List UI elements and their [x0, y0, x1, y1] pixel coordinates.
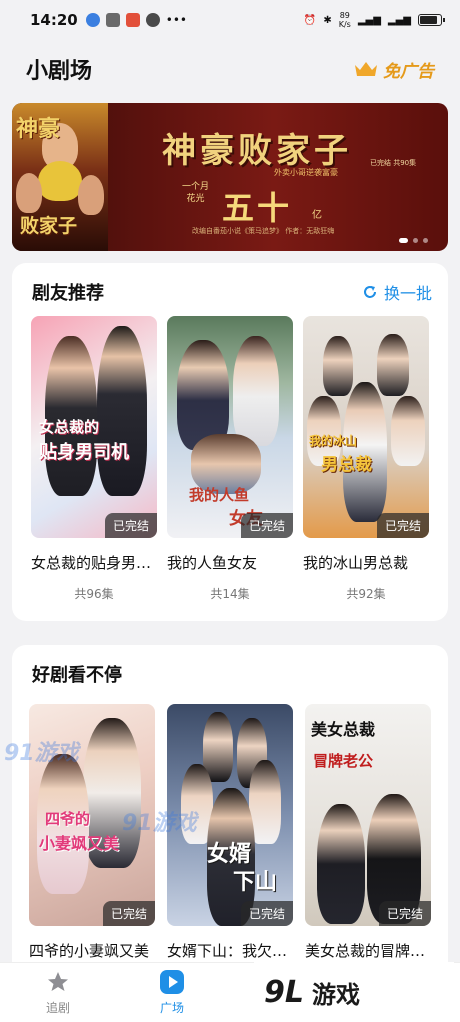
- drama-card[interactable]: 女总裁的 贴身男司机 已完结 女总裁的贴身男司机 共96集: [31, 316, 165, 602]
- shield-icon: [85, 13, 100, 27]
- status-badge: 已完结: [240, 901, 293, 926]
- nav-item-plaza[interactable]: 广场: [132, 969, 212, 1016]
- net-speed: 89 K/s: [338, 11, 351, 29]
- binge-title: 好剧看不停: [32, 665, 122, 686]
- play-icon: [159, 969, 185, 995]
- drama-title: 我的人鱼女友: [167, 554, 258, 572]
- bluetooth-icon: ✱: [323, 14, 332, 26]
- banner-unit: 亿: [312, 210, 322, 221]
- translate-icon: [105, 13, 120, 27]
- drama-cover[interactable]: 我的人鱼 女友 已完结: [167, 316, 293, 538]
- status-bar: 14:20 ••• ⏰ ✱ 89 K/s ▂▄▆ ▂▄▆: [0, 0, 460, 40]
- drama-cover[interactable]: 女总裁的 贴身男司机 已完结: [31, 316, 157, 538]
- watermark-mark: 9L: [264, 974, 304, 1010]
- drama-title: 美女总裁的冒牌老公: [305, 942, 439, 960]
- carousel-dot[interactable]: [399, 238, 408, 243]
- carousel-dot[interactable]: [423, 238, 428, 243]
- app-icon: [125, 13, 140, 27]
- banner-big-text: 五十: [222, 189, 293, 227]
- more-icon: •••: [165, 13, 187, 27]
- drama-card[interactable]: 我的冰山 男总裁 已完结 我的冰山男总裁 共92集: [303, 316, 429, 602]
- cover-text: 冒牌老公: [313, 752, 374, 770]
- banner-title: 神豪败家子: [162, 131, 352, 171]
- status-time: 14:20: [30, 11, 78, 29]
- chat-icon: [145, 13, 160, 27]
- signal-icon-2: ▂▄▆: [387, 14, 411, 26]
- status-right: ⏰ ✱ 89 K/s ▂▄▆ ▂▄▆: [303, 11, 445, 29]
- nav-label: 广场: [159, 1001, 184, 1015]
- watermark-overlay: 91游戏: [122, 811, 197, 836]
- refresh-label: 换一批: [383, 284, 432, 303]
- episode-count: 共14集: [210, 587, 250, 601]
- cover-text: 四爷的: [45, 810, 91, 828]
- cover-text: 美女总裁: [311, 720, 376, 739]
- banner-poster: 神豪 败家子: [12, 103, 108, 251]
- header: 小剧场 免广告: [0, 44, 460, 94]
- notification-icons: •••: [85, 13, 187, 27]
- refresh-icon: [364, 286, 376, 298]
- cover-text: 下山: [233, 869, 278, 895]
- status-badge: 已完结: [240, 513, 293, 538]
- status-badge: 已完结: [378, 901, 431, 926]
- drama-title: 我的冰山男总裁: [303, 554, 409, 572]
- nav-label: 追剧: [45, 1001, 70, 1015]
- episode-count: 共92集: [346, 587, 386, 601]
- cover-text: 贴身男司机: [39, 442, 129, 463]
- ad-free-button[interactable]: 免广告: [353, 57, 434, 82]
- cover-text: 小妻飒又美: [39, 834, 120, 853]
- banner-phrase: 一个月 花光: [182, 182, 210, 204]
- featured-banner[interactable]: 神豪 败家子 神豪败家子 外卖小哥逆袭富豪 已完结 共90集 一个月 花光 五十 …: [12, 103, 448, 251]
- page-title: 小剧场: [26, 59, 93, 84]
- carousel-dot[interactable]: [413, 238, 418, 243]
- drama-cover[interactable]: 我的冰山 男总裁 已完结: [303, 316, 429, 538]
- nav-item-follow[interactable]: 追剧: [18, 969, 98, 1016]
- crown-icon: [355, 62, 377, 76]
- drama-card[interactable]: 我的人鱼 女友 已完结 我的人鱼女友 共14集: [167, 316, 293, 602]
- watermark-text: 游戏: [312, 980, 360, 1009]
- status-badge: 已完结: [104, 513, 157, 538]
- refresh-button[interactable]: 换一批: [362, 280, 432, 304]
- watermark-overlay: 91游戏: [4, 741, 79, 766]
- recommend-section: 剧友推荐 换一批 女总裁的 贴身男司机 已完结 女总裁的贴身男司机 共96集 我…: [12, 263, 448, 621]
- battery-icon: [418, 14, 445, 26]
- recommend-title: 剧友推荐: [32, 283, 104, 304]
- status-badge: 已完结: [102, 901, 155, 926]
- drama-cover[interactable]: 美女总裁 冒牌老公 已完结: [305, 704, 431, 926]
- episode-count: 共96集: [74, 587, 114, 601]
- star-icon: [45, 969, 71, 995]
- banner-subtitle: 外卖小哥逆袭富豪: [274, 168, 338, 177]
- poster-bottom-text: 败家子: [20, 215, 78, 237]
- carousel-indicator[interactable]: [399, 238, 428, 243]
- cover-text: 我的冰山: [309, 434, 358, 448]
- drama-card[interactable]: 美女总裁 冒牌老公 已完结 美女总裁的冒牌老公: [305, 704, 439, 961]
- alarm-icon: ⏰: [303, 14, 317, 26]
- banner-status: 已完结 共90集: [370, 159, 417, 167]
- watermark-logo: 9L 游戏: [254, 962, 454, 1022]
- cover-text: 女总裁的: [39, 418, 100, 436]
- banner-credit: 改编自番茄小说《策马追梦》 作者：无敌狂嗨: [192, 227, 335, 235]
- signal-icon: ▂▄▆: [357, 14, 381, 26]
- cover-text: 男总裁: [321, 455, 372, 475]
- poster-top-text: 神豪: [16, 116, 61, 142]
- drama-title: 女婿下山：我欠你的: [167, 942, 301, 960]
- cover-text: 我的人鱼: [189, 486, 250, 504]
- status-badge: 已完结: [376, 513, 429, 538]
- ad-free-label: 免广告: [383, 61, 434, 82]
- binge-header: 好剧看不停: [32, 661, 432, 687]
- drama-title: 四爷的小妻飒又美: [29, 942, 150, 960]
- drama-title: 女总裁的贴身男司机: [31, 554, 165, 572]
- recommend-header: 剧友推荐 换一批: [32, 279, 432, 305]
